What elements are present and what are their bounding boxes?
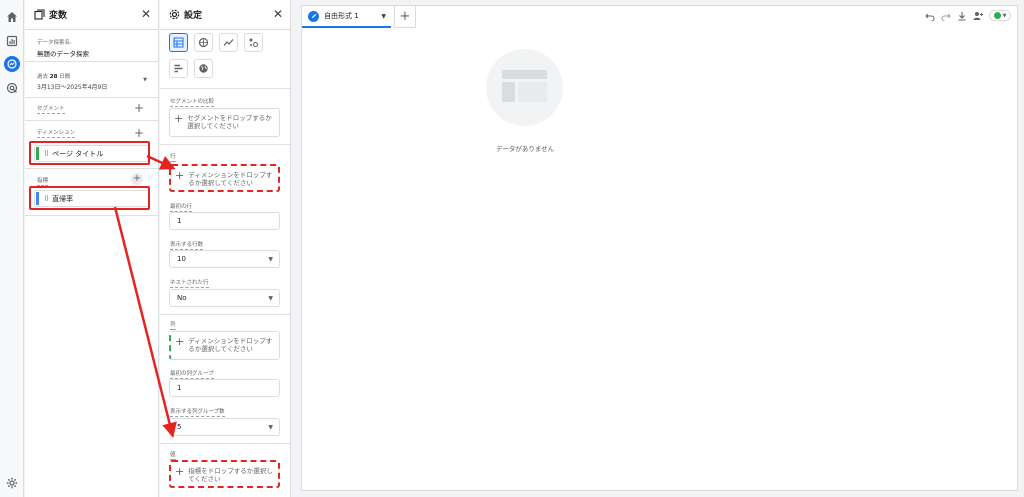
settings-icon[interactable]	[6, 474, 18, 489]
plus-icon: +	[174, 112, 184, 125]
variables-icon	[34, 9, 45, 20]
chevron-down-icon[interactable]: ▼	[381, 13, 386, 20]
first-row-label: 最初の行	[170, 204, 193, 212]
segments-label: セグメント	[37, 106, 65, 114]
metrics-label: 指標	[37, 178, 49, 186]
divider	[160, 314, 290, 315]
values-drop-zone[interactable]: + 指標をドロップするか選択してください	[169, 460, 280, 488]
tab-freeform[interactable]: 自由形式 1 ▼	[302, 6, 391, 28]
download-icon[interactable]	[957, 11, 967, 21]
first-col-group-input[interactable]: 1	[169, 379, 280, 397]
dropdown-arrow-icon: ▼	[268, 256, 273, 263]
app-root: 変数 ✕ データ探索名: 無題のデータ探索 過去 28 日間 3月13日～202…	[0, 0, 1024, 497]
divider	[25, 97, 158, 98]
segment-compare-label: セグメントの比較	[170, 99, 215, 107]
values-drop-text: 指標をドロップするか選択してください	[188, 467, 273, 483]
visualization-picker	[169, 33, 263, 52]
columns-drop-text: ディメンションをドロップするか選択してください	[188, 337, 273, 353]
close-icon[interactable]: ✕	[141, 8, 151, 20]
divider	[25, 61, 158, 62]
empty-state-illustration	[486, 49, 563, 126]
date-range-value: 3月13日～2025年4月9日	[37, 84, 108, 91]
divider	[25, 120, 158, 121]
plus-icon: +	[175, 169, 185, 182]
nested-rows-label: ネストされた行	[170, 280, 209, 288]
share-user-icon[interactable]	[973, 11, 983, 21]
exploration-name[interactable]: データ探索名: 無題のデータ探索	[37, 38, 89, 58]
date-range-selector[interactable]: 過去 28 日間 3月13日～2025年4月9日 ▼	[37, 72, 147, 91]
explore-icon[interactable]	[4, 56, 20, 72]
dropdown-arrow-icon: ▼	[268, 424, 273, 431]
plus-icon: +	[175, 335, 185, 348]
tab-label: 自由形式 1	[324, 12, 359, 20]
exploration-name-value: 無題のデータ探索	[37, 50, 89, 58]
annotation-highlight-box	[29, 141, 150, 165]
add-segment-button[interactable]: +	[134, 102, 144, 114]
rows-shown-select[interactable]: 10 ▼	[169, 250, 280, 268]
rows-label: 行	[170, 154, 176, 162]
scatter-viz-icon[interactable]	[244, 33, 263, 52]
check-circle-icon	[993, 12, 1001, 19]
gear-icon	[169, 9, 180, 20]
divider	[25, 168, 158, 169]
divider	[25, 215, 158, 216]
geo-map-viz-icon[interactable]	[194, 59, 213, 78]
annotation-highlight-box	[29, 186, 150, 210]
segment-drop-text: セグメントをドロップするか選択してください	[187, 114, 272, 130]
divider	[160, 144, 290, 145]
col-groups-shown-label: 表示する列グループ数	[170, 409, 225, 417]
divider	[160, 88, 290, 89]
nested-rows-select[interactable]: No ▼	[169, 289, 280, 307]
add-dimension-button[interactable]: +	[134, 127, 144, 139]
home-icon[interactable]	[4, 9, 20, 25]
chevron-down-icon: ▼	[143, 77, 147, 83]
settings-panel-header: 設定 ✕	[160, 0, 290, 30]
segment-drop-zone[interactable]: + セグメントをドロップするか選択してください	[169, 108, 280, 137]
columns-drop-zone[interactable]: + ディメンションをドロップするか選択してください	[169, 331, 280, 360]
empty-state-message: データがありません	[495, 145, 555, 153]
table-viz-icon[interactable]	[169, 33, 188, 52]
undo-icon[interactable]	[925, 11, 935, 21]
col-groups-shown-select[interactable]: 5 ▼	[169, 418, 280, 436]
dimensions-label: ディメンション	[37, 130, 76, 138]
add-tab-button[interactable]: +	[394, 6, 416, 28]
close-icon[interactable]: ✕	[273, 8, 283, 20]
pencil-icon	[308, 10, 319, 22]
exploration-name-label: データ探索名:	[37, 40, 72, 46]
donut-viz-icon[interactable]	[194, 33, 213, 52]
variables-panel-header: 変数 ✕	[25, 0, 158, 30]
rows-shown-label: 表示する行数	[170, 242, 204, 250]
line-viz-icon[interactable]	[219, 33, 238, 52]
dropdown-arrow-icon: ▼	[268, 295, 273, 302]
values-label: 値	[170, 452, 176, 460]
settings-panel-title: 設定	[184, 11, 203, 21]
canvas-toolbar: ▼	[925, 10, 1011, 21]
status-check-dropdown[interactable]: ▼	[989, 10, 1011, 21]
divider	[160, 443, 290, 444]
first-col-group-label: 最初の列グループ	[170, 371, 214, 379]
exploration-canvas: 自由形式 1 ▼ + ▼ データがありません	[301, 5, 1018, 491]
redo-icon[interactable]	[941, 11, 951, 21]
bar-viz-icon[interactable]	[169, 59, 188, 78]
advertising-icon[interactable]	[4, 80, 20, 96]
chevron-down-icon: ▼	[1002, 12, 1007, 19]
left-nav-rail	[0, 0, 24, 497]
visualization-picker-row-2	[169, 59, 213, 78]
reports-icon[interactable]	[4, 33, 20, 49]
columns-label: 列	[170, 322, 176, 330]
add-metric-button[interactable]: +	[131, 173, 143, 185]
settings-panel: 設定 ✕ セグメントの比較 + セグメントをドロップするか選択してください 行 …	[160, 0, 291, 497]
date-range-label: 過去 28 日間	[37, 74, 71, 80]
variables-panel: 変数 ✕ データ探索名: 無題のデータ探索 過去 28 日間 3月13日～202…	[25, 0, 159, 497]
rows-drop-text: ディメンションをドロップするか選択してください	[188, 171, 273, 187]
variables-panel-title: 変数	[49, 11, 68, 21]
first-row-input[interactable]: 1	[169, 212, 280, 230]
plus-icon: +	[175, 465, 185, 478]
rows-drop-zone[interactable]: + ディメンションをドロップするか選択してください	[169, 164, 280, 192]
